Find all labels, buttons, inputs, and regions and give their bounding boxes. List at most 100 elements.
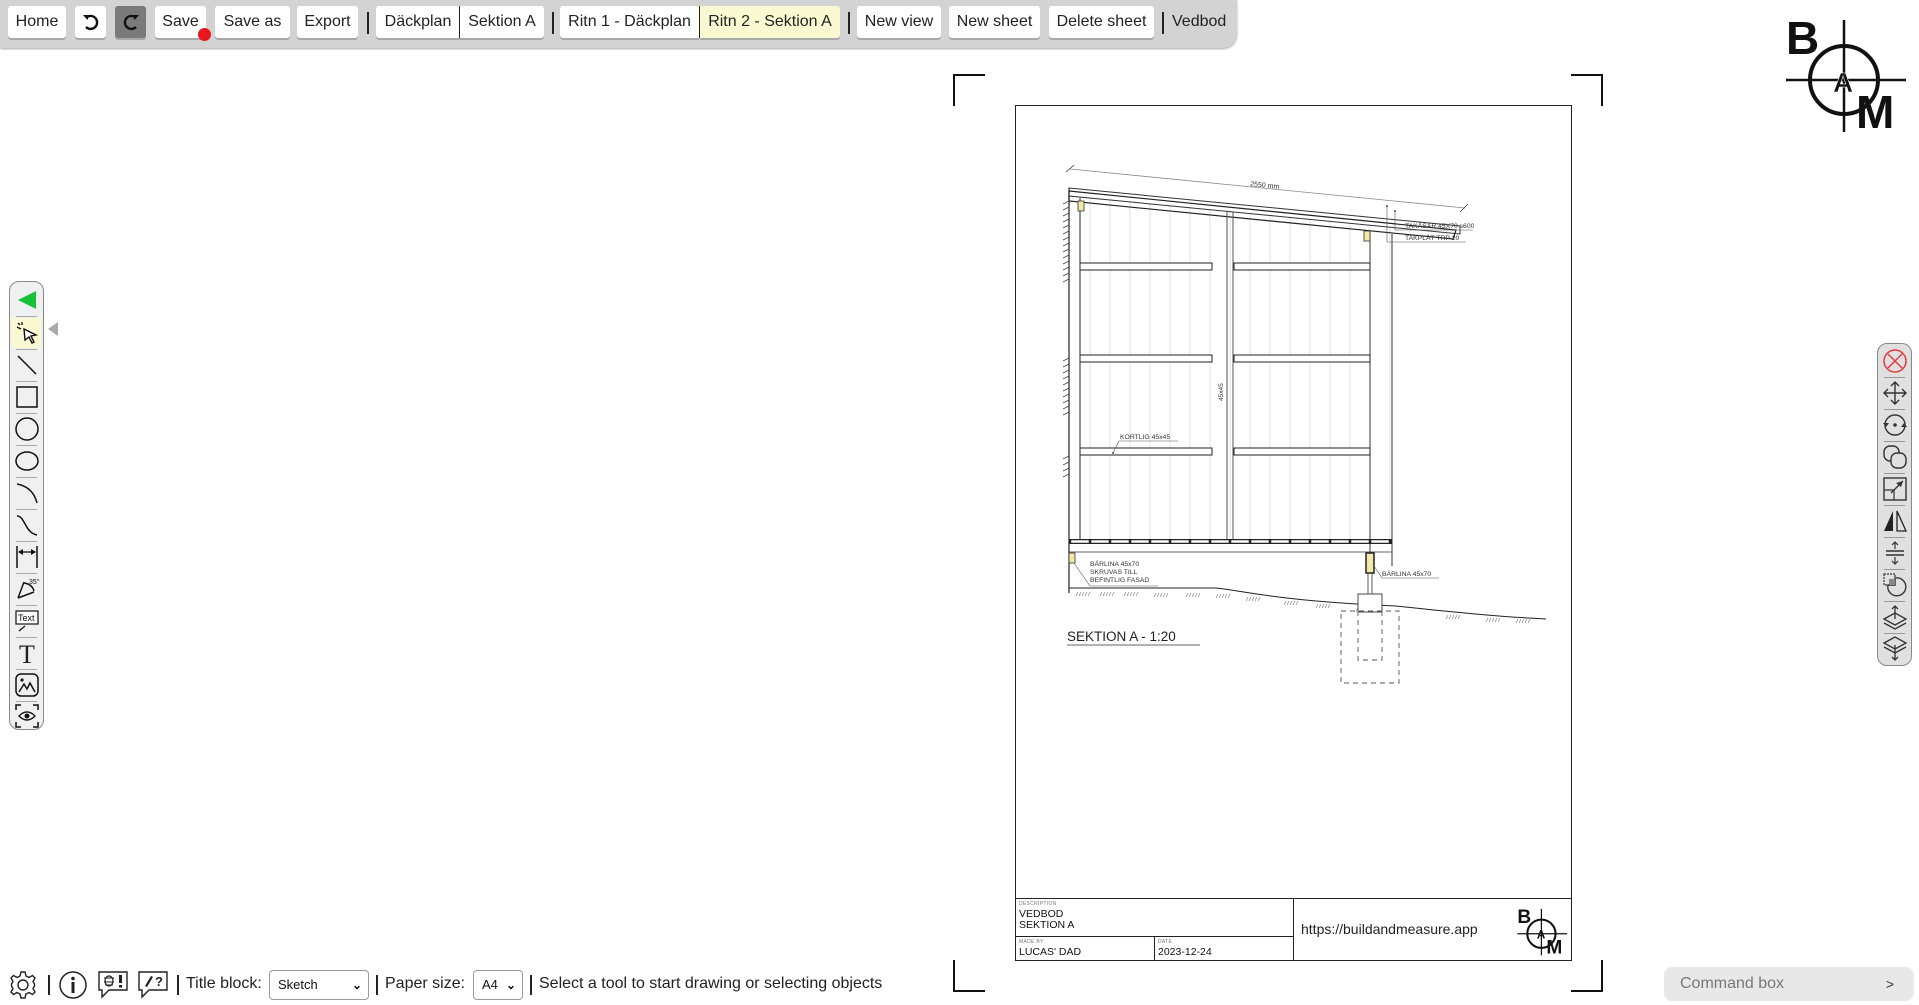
hatch-mark: [1062, 375, 1070, 380]
circle-icon: [14, 417, 39, 441]
home-button[interactable]: Home: [8, 6, 66, 38]
feedback-icon[interactable]: ?: [137, 970, 169, 1000]
tool-scale[interactable]: [1880, 474, 1909, 504]
save-as-button[interactable]: Save as: [215, 6, 290, 38]
svg-text:?: ?: [155, 974, 163, 989]
tab-sheet-ritn-1[interactable]: Ritn 1 - Däckplan: [560, 6, 699, 38]
ground-hatch-mark: [1108, 591, 1112, 597]
command-box[interactable]: Command box >: [1664, 967, 1914, 1001]
text-icon: T: [19, 640, 35, 666]
ground-hatch-mark: [1159, 592, 1163, 598]
tab-view-sektion-a[interactable]: Sektion A: [460, 6, 544, 38]
delete-x-icon: [1882, 349, 1907, 373]
crop-mark-bottom-left: [953, 960, 985, 992]
drawing-toolbox: 35° Text T: [9, 281, 44, 730]
ground-hatch-mark: [1197, 592, 1201, 598]
beam-top-left: [1077, 200, 1085, 212]
ground-hatch-mark: [1292, 600, 1296, 606]
ground-hatch-mark: [1165, 592, 1169, 598]
ground-hatch-mark: [1075, 591, 1079, 597]
section-title: SEKTION A - 1:20: [1067, 629, 1176, 644]
tool-ellipse[interactable]: [12, 446, 41, 476]
tool-move[interactable]: [1880, 378, 1909, 408]
offset-icon: [1885, 541, 1904, 565]
svg-text:M: M: [1546, 938, 1562, 959]
ground-hatch: [1075, 591, 1531, 624]
logo-letter-a: A: [1833, 67, 1853, 98]
drawing-sheet[interactable]: 2550 mm 45x45 TAKÅSAR 45X70 s600 TAKPLÅT…: [1015, 105, 1572, 961]
redo-button[interactable]: [115, 6, 146, 38]
deck-board: [1170, 539, 1190, 544]
hatch-mark: [1062, 206, 1070, 211]
tab-view-dackplan[interactable]: Däckplan: [376, 6, 460, 38]
description-line2: SEKTION A: [1019, 919, 1075, 931]
command-input[interactable]: Command box: [1680, 975, 1784, 993]
new-sheet-button[interactable]: New sheet: [949, 6, 1040, 38]
command-submit-button[interactable]: >: [1886, 976, 1894, 992]
logo-letter-m: M: [1856, 86, 1894, 132]
tool-mirror[interactable]: [1880, 506, 1909, 536]
tool-image[interactable]: [12, 670, 41, 700]
made-by-label: MADE BY: [1019, 939, 1044, 945]
ground-hatch-mark: [1457, 614, 1461, 620]
new-view-button[interactable]: New view: [857, 6, 941, 38]
hatch-mark: [1062, 387, 1070, 392]
tool-dimension[interactable]: [12, 542, 41, 572]
tool-rectangle[interactable]: [12, 382, 41, 412]
tool-send-backward[interactable]: [1880, 634, 1909, 664]
ground-hatch-mark: [1327, 603, 1331, 609]
tool-circle[interactable]: [12, 414, 41, 444]
tool-line[interactable]: [12, 350, 41, 380]
tool-bring-forward[interactable]: [1880, 602, 1909, 632]
collapse-toolbox-button[interactable]: [12, 285, 41, 315]
section-drawing[interactable]: 2550 mm 45x45 TAKÅSAR 45X70 s600 TAKPLÅT…: [1016, 106, 1571, 898]
ground-hatch-mark: [1218, 593, 1222, 599]
ground-hatch-mark: [1129, 591, 1133, 597]
gear-icon[interactable]: [8, 970, 38, 1000]
tool-copy[interactable]: [1880, 442, 1909, 472]
dim-tick-left: [1065, 164, 1075, 173]
foundation-pier: [1357, 593, 1383, 613]
tab-sheet-ritn-2[interactable]: Ritn 2 - Sektion A: [700, 6, 840, 38]
svg-text:Text: Text: [18, 613, 35, 623]
stud-label: 45x45: [1218, 383, 1225, 401]
tool-text[interactable]: T: [12, 638, 41, 668]
undo-button[interactable]: [75, 6, 106, 38]
tool-offset[interactable]: [1880, 538, 1909, 568]
trim-icon: [1882, 573, 1906, 597]
tool-text-label[interactable]: Text: [12, 606, 41, 636]
leader-dot: [1394, 210, 1396, 212]
title-block-select[interactable]: Sketch ⌄: [269, 970, 369, 1000]
bug-report-icon[interactable]: [97, 970, 129, 1000]
tool-view[interactable]: [12, 701, 41, 731]
export-button[interactable]: Export: [297, 6, 358, 38]
rotate-icon: [1882, 414, 1907, 436]
delete-sheet-button[interactable]: Delete sheet: [1049, 6, 1154, 38]
rectangle-icon: [15, 386, 38, 408]
deck-board: [1330, 539, 1350, 544]
svg-text:35°: 35°: [29, 578, 40, 586]
deck-board: [1350, 539, 1370, 544]
svg-text:B: B: [1517, 907, 1531, 928]
tool-delete[interactable]: [1880, 346, 1909, 376]
tool-angle-dimension[interactable]: 35°: [12, 574, 41, 604]
date-value: 2023-12-24: [1158, 946, 1212, 958]
tool-select[interactable]: [12, 318, 41, 348]
tool-rotate[interactable]: [1880, 410, 1909, 440]
ground-hatch-mark: [1524, 618, 1528, 624]
tool-spline[interactable]: [12, 510, 41, 540]
hatch-mark: [1062, 200, 1070, 205]
ground-hatch-mark: [1135, 591, 1139, 597]
hatch-mark: [1062, 357, 1070, 362]
ground-hatch-mark: [1251, 596, 1255, 602]
label-barlina-left-2: SKRUVAS TILL: [1090, 569, 1138, 576]
chevron-down-icon: ⌄: [351, 978, 362, 992]
info-icon[interactable]: [58, 970, 88, 1000]
image-icon: [14, 673, 39, 697]
toolbox-expand-arrow[interactable]: [48, 322, 58, 336]
paper-size-select[interactable]: A4 ⌄: [473, 970, 523, 1000]
tool-arc[interactable]: [12, 478, 41, 508]
deck-board: [1310, 539, 1330, 544]
tool-trim[interactable]: [1880, 570, 1909, 600]
ground-hatch-mark: [1162, 592, 1166, 598]
